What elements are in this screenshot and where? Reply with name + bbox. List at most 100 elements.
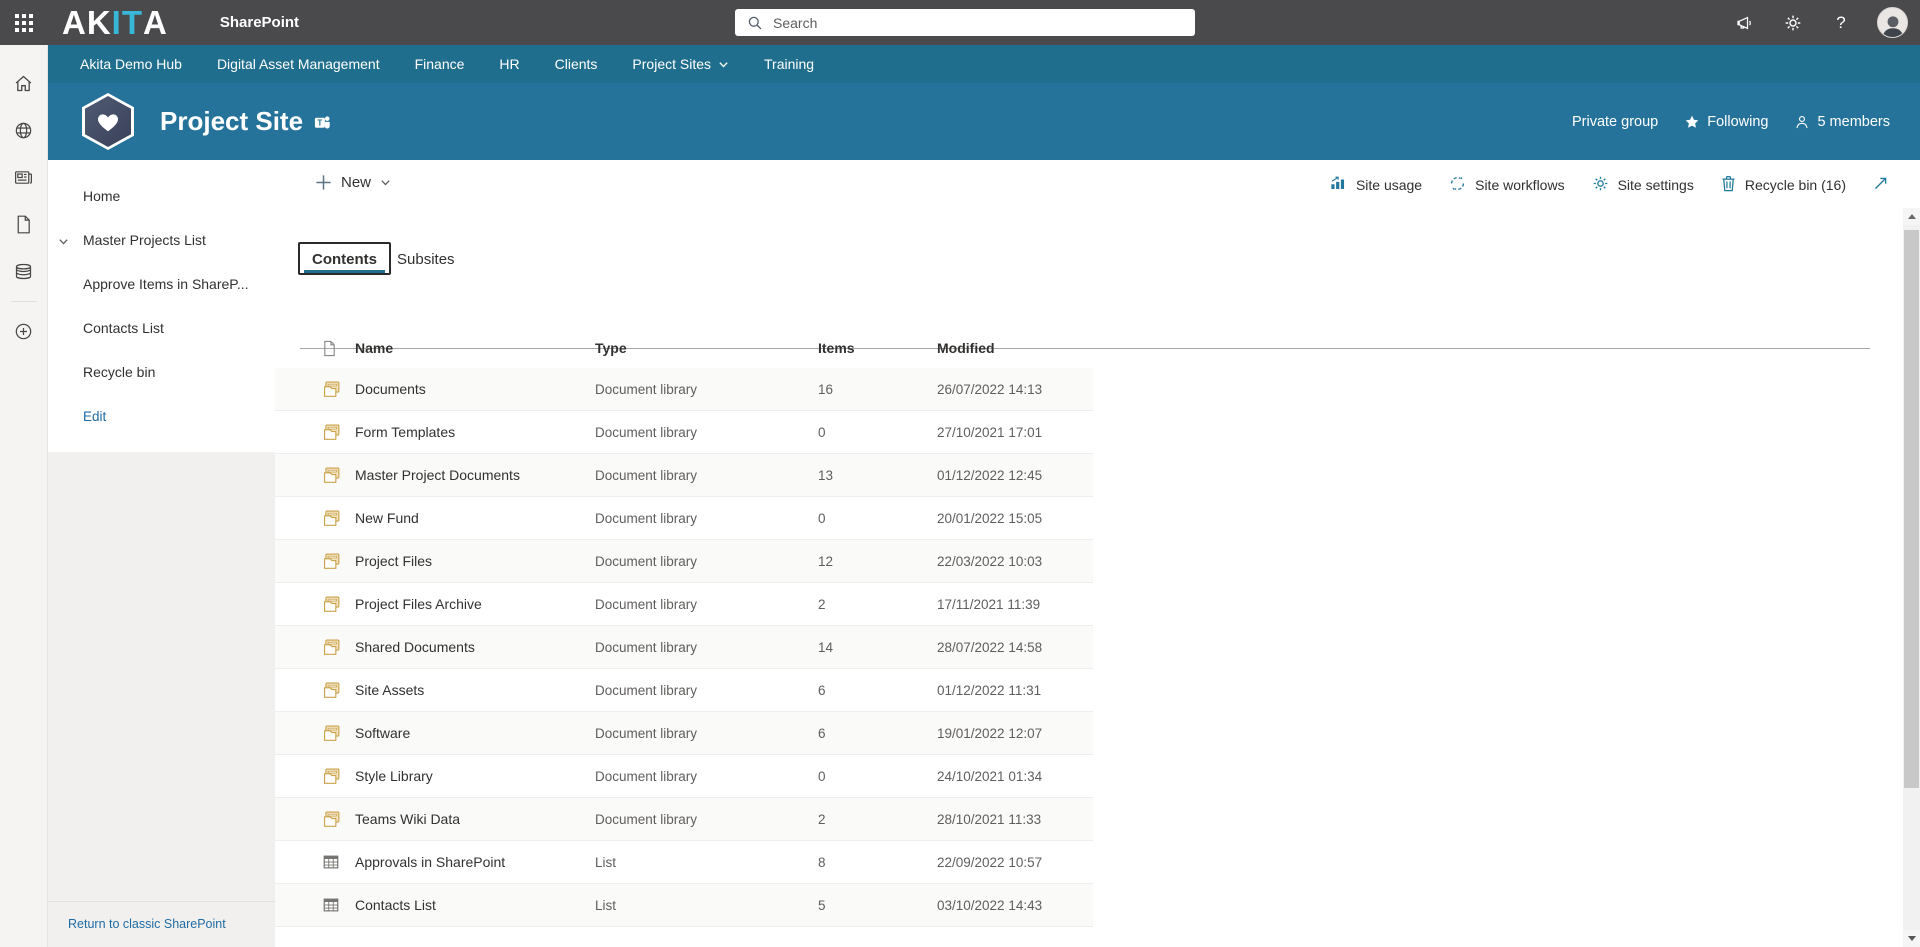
- hubnav-item-6[interactable]: Training: [764, 56, 814, 72]
- table-row[interactable]: Documents Document library 16 26/07/2022…: [275, 368, 1093, 411]
- sidebar-item-recycle-bin[interactable]: Recycle bin: [48, 350, 275, 394]
- table-row[interactable]: Approvals in SharePoint List 8 22/09/202…: [275, 841, 1093, 884]
- hubnav-label: Training: [764, 56, 815, 72]
- table-row[interactable]: Form Templates Document library 0 27/10/…: [275, 411, 1093, 454]
- account-avatar[interactable]: [1877, 7, 1908, 38]
- row-name[interactable]: Style Library: [355, 768, 595, 784]
- chevron-down-icon[interactable]: [58, 234, 69, 250]
- table-row[interactable]: Software Document library 6 19/01/2022 1…: [275, 712, 1093, 755]
- row-type: Document library: [595, 553, 698, 569]
- document-library-icon: [322, 595, 355, 613]
- hubnav-item-1[interactable]: Digital Asset Management: [217, 56, 380, 72]
- row-items: 16: [818, 381, 834, 397]
- row-modified: 22/09/2022 10:57: [937, 854, 1043, 870]
- hubnav-item-2[interactable]: Finance: [415, 56, 465, 72]
- announcements-icon[interactable]: [1733, 11, 1757, 35]
- return-classic-link[interactable]: Return to classic SharePoint: [68, 917, 226, 931]
- search-icon: [748, 16, 762, 29]
- action-site-settings[interactable]: Site settings: [1591, 174, 1694, 196]
- table-row[interactable]: Project Files Document library 12 22/03/…: [275, 540, 1093, 583]
- row-type: Document library: [595, 768, 698, 784]
- document-library-icon: [322, 466, 355, 484]
- globe-icon[interactable]: [0, 107, 48, 154]
- expand-button[interactable]: [1872, 175, 1889, 195]
- row-name[interactable]: Contacts List: [355, 897, 595, 913]
- row-name[interactable]: Approvals in SharePoint: [355, 854, 595, 870]
- hubnav-item-4[interactable]: Clients: [555, 56, 598, 72]
- hubnav-item-3[interactable]: HR: [499, 56, 519, 72]
- column-header-modified[interactable]: Modified: [937, 340, 1093, 356]
- row-name[interactable]: New Fund: [355, 510, 595, 526]
- sidebar-item-contacts-list[interactable]: Contacts List: [48, 306, 275, 350]
- hubnav-label: Project Sites: [632, 56, 712, 72]
- table-row[interactable]: Shared Documents Document library 14 28/…: [275, 626, 1093, 669]
- site-logo[interactable]: [82, 93, 134, 150]
- document-library-icon: [322, 552, 355, 570]
- action-site-usage[interactable]: Site usage: [1329, 174, 1422, 196]
- sidebar-item-label: Contacts List: [83, 320, 164, 336]
- document-icon[interactable]: [0, 201, 48, 248]
- action-recycle-bin-16[interactable]: Recycle bin (16): [1720, 174, 1846, 196]
- sidebar-item-home[interactable]: Home: [48, 174, 275, 218]
- table-row[interactable]: Style Library Document library 0 24/10/2…: [275, 755, 1093, 798]
- table-row[interactable]: Teams Wiki Data Document library 2 28/10…: [275, 798, 1093, 841]
- row-modified: 01/12/2022 11:31: [937, 682, 1042, 698]
- column-header-name[interactable]: Name: [355, 340, 595, 356]
- contents-table: Name Type Items Modified Documents Docum…: [275, 328, 1093, 927]
- app-launcher-icon[interactable]: [0, 0, 48, 45]
- members-button[interactable]: 5 members: [1794, 114, 1890, 130]
- settings-gear-icon[interactable]: [1781, 11, 1805, 35]
- row-items: 6: [818, 725, 826, 741]
- row-name[interactable]: Teams Wiki Data: [355, 811, 595, 827]
- home-icon[interactable]: [0, 60, 48, 107]
- row-name[interactable]: Project Files Archive: [355, 596, 595, 612]
- table-row[interactable]: Project Files Archive Document library 2…: [275, 583, 1093, 626]
- hubnav-item-0[interactable]: Akita Demo Hub: [80, 56, 182, 72]
- table-row[interactable]: Contacts List List 5 03/10/2022 14:43: [275, 884, 1093, 927]
- app-name: SharePoint: [219, 14, 300, 31]
- row-name[interactable]: Form Templates: [355, 424, 595, 440]
- sidebar-item-master-projects-list[interactable]: Master Projects List: [48, 218, 275, 262]
- row-name[interactable]: Project Files: [355, 553, 595, 569]
- akita-logo[interactable]: AK IT A: [62, 4, 168, 42]
- sidebar-item-edit[interactable]: Edit: [48, 394, 275, 438]
- add-icon[interactable]: [0, 308, 48, 355]
- tab-subsites[interactable]: Subsites: [397, 251, 455, 268]
- search-box[interactable]: [735, 9, 1195, 36]
- column-header-items[interactable]: Items: [818, 340, 937, 356]
- tab-contents[interactable]: Contents: [298, 242, 391, 275]
- document-library-icon: [322, 509, 355, 527]
- hubnav-item-5[interactable]: Project Sites: [632, 56, 729, 72]
- new-button[interactable]: New: [315, 174, 391, 191]
- row-type: Document library: [595, 424, 698, 440]
- sidebar-item-label: Edit: [83, 408, 107, 424]
- scrollbar-thumb[interactable]: [1904, 230, 1919, 788]
- scroll-down-arrow[interactable]: [1903, 930, 1920, 947]
- sidebar: Home Master Projects List Approve Items in…: [48, 160, 275, 947]
- hubnav-label: Finance: [414, 56, 465, 72]
- document-library-icon: [322, 810, 355, 828]
- action-site-workflows[interactable]: Site workflows: [1448, 174, 1565, 196]
- search-input[interactable]: [773, 14, 1173, 31]
- sidebar-item-approve-items-in-sharep[interactable]: Approve Items in ShareP...: [48, 262, 275, 306]
- column-header-type[interactable]: Type: [595, 340, 818, 356]
- row-modified: 17/11/2021 11:39: [937, 596, 1041, 612]
- table-row[interactable]: New Fund Document library 0 20/01/2022 1…: [275, 497, 1093, 540]
- lists-icon[interactable]: [0, 248, 48, 295]
- row-items: 8: [818, 854, 826, 870]
- teams-icon[interactable]: T: [313, 113, 332, 137]
- following-button[interactable]: Following: [1684, 114, 1768, 130]
- help-icon[interactable]: ?: [1829, 11, 1853, 35]
- row-name[interactable]: Site Assets: [355, 682, 595, 698]
- recycle-bin-icon: [1720, 174, 1737, 196]
- row-type: Document library: [595, 682, 698, 698]
- scroll-up-arrow[interactable]: [1903, 208, 1920, 225]
- table-row[interactable]: Master Project Documents Document librar…: [275, 454, 1093, 497]
- news-icon[interactable]: [0, 154, 48, 201]
- row-name[interactable]: Software: [355, 725, 595, 741]
- table-row[interactable]: Site Assets Document library 6 01/12/202…: [275, 669, 1093, 712]
- document-library-icon: [322, 724, 355, 742]
- row-name[interactable]: Documents: [355, 381, 595, 397]
- row-name[interactable]: Shared Documents: [355, 639, 595, 655]
- row-name[interactable]: Master Project Documents: [355, 467, 595, 483]
